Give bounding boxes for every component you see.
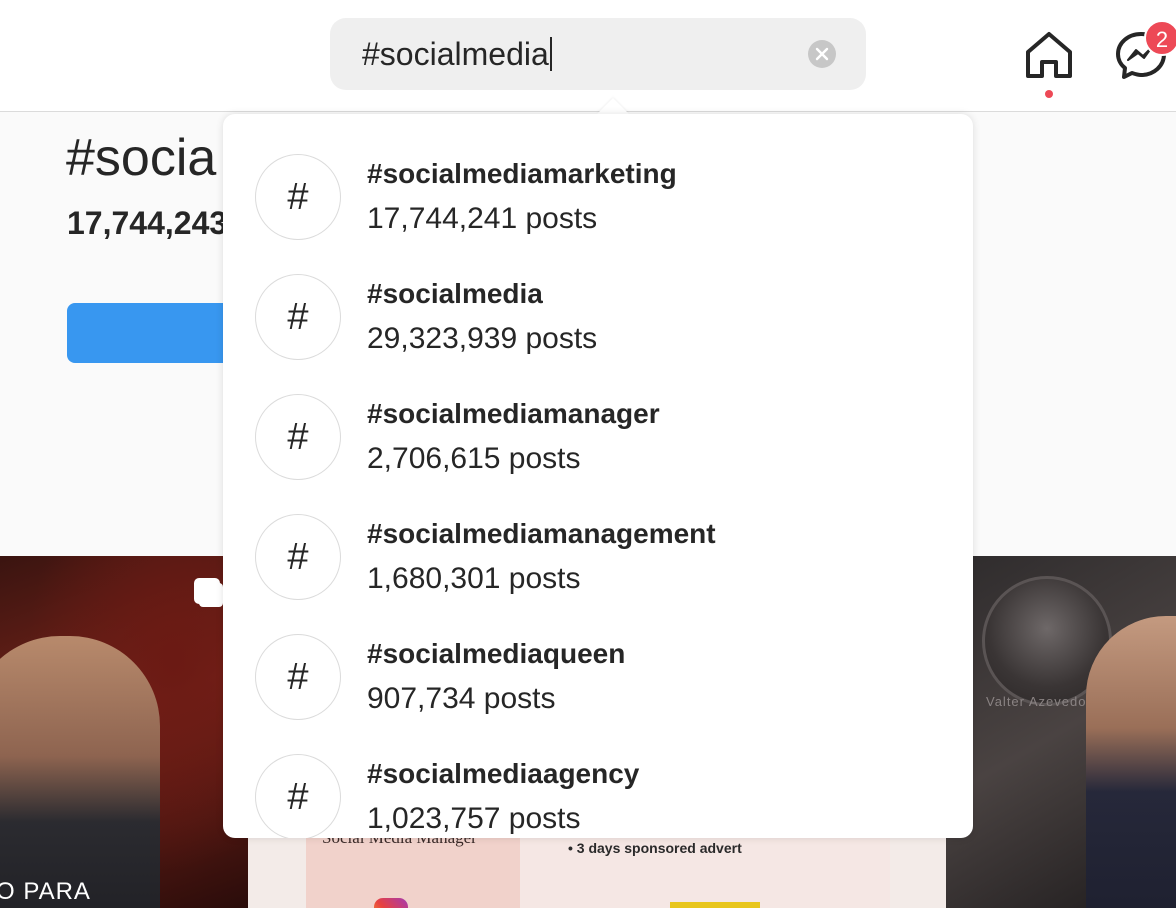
dropdown-pointer [597,98,629,114]
hashtag-icon: # [255,394,341,480]
result-hashtag-name: #socialmedia [367,278,543,309]
result-hashtag-name: #socialmediamanagement [367,518,716,549]
post-card-note: • 3 days sponsored advert [568,840,742,856]
post-caption-text: O PARA [0,878,91,905]
instagram-logo-icon [374,898,408,908]
post-profile-name: Valter Azevedo [986,694,1087,709]
home-icon [1026,32,1072,78]
hashtag-icon: # [255,154,341,240]
result-post-count: 17,744,241 posts [367,202,598,235]
result-hashtag-name: #socialmediamanager [367,398,660,429]
post-person-image [1086,616,1176,908]
result-hashtag-name: #socialmediaagency [367,758,640,789]
clear-search-icon [815,47,829,61]
clear-search-button[interactable] [808,40,836,68]
search-result-item[interactable]: # #socialmedia 29,323,939 posts [223,234,973,360]
search-input[interactable]: #socialmedia [330,18,866,90]
result-post-count: 2,706,615 posts [367,442,581,475]
search-input-text[interactable]: #socialmedia [362,37,552,71]
text-caret [549,37,552,71]
search-query: #socialmedia [362,36,549,72]
search-result-item[interactable]: # #socialmediamarketing 17,744,241 posts [223,114,973,240]
hashtag-icon: # [255,754,341,838]
hashtag-page-title: #socia [66,129,217,187]
hashtag-post-count: 17,744,243 [67,205,228,241]
multiple-posts-icon [194,578,220,604]
hashtag-icon: # [255,634,341,720]
search-result-item[interactable]: # #socialmediamanager 2,706,615 posts [223,354,973,480]
search-results-dropdown: # #socialmediamarketing 17,744,241 posts… [223,114,973,838]
result-post-count: 1,023,757 posts [367,802,581,835]
result-post-count: 29,323,939 posts [367,322,598,355]
result-post-count: 1,680,301 posts [367,562,581,595]
result-hashtag-name: #socialmediamarketing [367,158,677,189]
post-thumbnail[interactable]: O PARA [0,556,248,908]
post-person-image [0,636,160,908]
search-result-item[interactable]: # #socialmediaagency 1,023,757 posts [223,714,973,838]
hashtag-icon: # [255,514,341,600]
messages-notification-badge: 2 [1144,20,1176,56]
home-button[interactable] [1022,30,1076,80]
home-activity-dot [1045,90,1053,98]
post-thumbnail[interactable]: Valter Azevedo [946,556,1176,908]
result-post-count: 907,734 posts [367,682,556,715]
top-navigation-bar: #socialmedia 2 [0,0,1176,112]
post-card-highlight [670,902,760,908]
hashtag-icon: # [255,274,341,360]
search-result-item[interactable]: # #socialmediamanagement 1,680,301 posts [223,474,973,600]
search-result-item[interactable]: # #socialmediaqueen 907,734 posts [223,594,973,720]
result-hashtag-name: #socialmediaqueen [367,638,626,669]
